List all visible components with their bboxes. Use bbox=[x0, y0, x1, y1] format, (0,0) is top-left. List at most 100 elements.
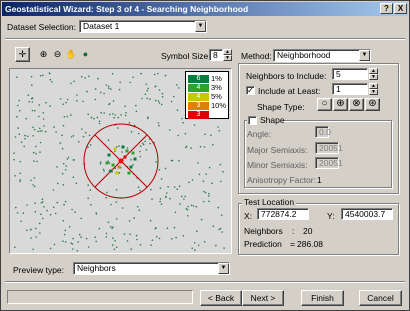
sample-point bbox=[106, 191, 108, 194]
sample-point bbox=[176, 84, 178, 86]
include-at-least-label: Include at Least: bbox=[258, 86, 321, 96]
neighbors-include-input[interactable]: 5 bbox=[332, 68, 368, 80]
sample-point bbox=[161, 96, 164, 98]
sample-point bbox=[51, 81, 53, 83]
sample-point bbox=[176, 109, 179, 111]
sample-point bbox=[136, 206, 139, 208]
chevron-down-icon[interactable]: ▼ bbox=[218, 263, 229, 274]
sample-point bbox=[72, 159, 75, 161]
sample-point bbox=[105, 236, 108, 238]
sample-point bbox=[30, 97, 33, 100]
sample-point bbox=[199, 145, 202, 148]
circle-shape-icon[interactable]: ○ bbox=[317, 98, 332, 111]
sample-point bbox=[108, 87, 110, 90]
sample-point bbox=[112, 100, 115, 102]
angle-input[interactable]: 0.0 bbox=[315, 126, 331, 138]
sample-point bbox=[64, 241, 67, 243]
sample-point bbox=[186, 208, 189, 211]
sample-point bbox=[87, 184, 89, 186]
sample-point bbox=[38, 104, 41, 106]
neighbor-point bbox=[127, 171, 131, 175]
y-input[interactable]: 4540003.7 bbox=[341, 208, 393, 220]
include-at-least-spinner[interactable]: ▲ ▼ bbox=[369, 83, 378, 95]
shape-checkbox[interactable] bbox=[248, 116, 257, 125]
sample-point bbox=[16, 115, 18, 118]
sample-point bbox=[34, 202, 36, 204]
neighborhood-map[interactable]: 6 1% 4 3% 4 5% 3 10% 3 bbox=[9, 68, 232, 254]
sample-point bbox=[14, 136, 17, 138]
dataset-select[interactable]: Dataset 1 ▼ bbox=[79, 20, 207, 33]
major-semiaxis-input[interactable]: 20051 bbox=[315, 142, 343, 154]
spin-down-icon[interactable]: ▼ bbox=[369, 89, 378, 95]
sample-point bbox=[111, 244, 114, 246]
include-at-least-checkbox[interactable]: ✓ bbox=[246, 86, 255, 95]
zoom-out-icon[interactable]: ⊖ bbox=[51, 48, 64, 61]
spin-down-icon[interactable]: ▼ bbox=[369, 74, 378, 80]
symbol-size-spinner[interactable]: ▲ ▼ bbox=[223, 49, 232, 61]
sample-point bbox=[198, 173, 201, 176]
sample-point bbox=[68, 226, 71, 228]
chevron-down-icon[interactable]: ▼ bbox=[359, 50, 370, 61]
help-button[interactable]: ? bbox=[380, 3, 393, 14]
sample-point bbox=[71, 243, 74, 245]
method-select[interactable]: Neighborhood ▼ bbox=[273, 49, 371, 62]
symbol-size-input[interactable]: 8 bbox=[209, 49, 223, 61]
sample-point bbox=[13, 152, 15, 154]
sample-point bbox=[118, 145, 120, 147]
circle-x-shape-icon[interactable]: ⊗ bbox=[349, 98, 364, 111]
spin-down-icon[interactable]: ▼ bbox=[223, 55, 232, 61]
sample-point bbox=[30, 237, 32, 239]
preview-type-select[interactable]: Neighbors ▼ bbox=[73, 262, 230, 275]
sample-point bbox=[111, 72, 114, 75]
sample-point bbox=[220, 180, 222, 183]
include-at-least-input[interactable]: 1 bbox=[332, 83, 368, 95]
close-button[interactable]: X bbox=[394, 3, 407, 14]
sample-point bbox=[175, 236, 177, 239]
sample-point bbox=[59, 142, 62, 144]
sample-point bbox=[45, 102, 47, 104]
sample-point bbox=[203, 146, 206, 148]
sample-point bbox=[16, 76, 18, 78]
globe-icon[interactable]: ● bbox=[79, 48, 92, 61]
sample-point bbox=[112, 226, 114, 228]
sample-point bbox=[111, 113, 114, 115]
back-button[interactable]: < Back bbox=[200, 290, 242, 306]
sample-point bbox=[120, 114, 122, 116]
sample-point bbox=[158, 89, 161, 91]
next-button[interactable]: Next > bbox=[242, 290, 284, 306]
sample-point bbox=[26, 204, 28, 206]
legend-label: 10% bbox=[211, 101, 227, 110]
circle-8sector-shape-icon[interactable]: ⊛ bbox=[365, 98, 380, 111]
finish-button[interactable]: Finish bbox=[301, 290, 344, 306]
sample-point bbox=[53, 243, 56, 246]
chevron-down-icon[interactable]: ▼ bbox=[195, 21, 206, 32]
sample-point bbox=[81, 128, 83, 130]
sample-point bbox=[139, 150, 141, 153]
sample-point bbox=[154, 99, 157, 102]
sample-point bbox=[62, 103, 64, 105]
neighbors-include-spinner[interactable]: ▲ ▼ bbox=[369, 68, 378, 80]
sample-point bbox=[33, 160, 35, 162]
sample-point bbox=[171, 238, 173, 240]
sample-point bbox=[39, 151, 41, 153]
minor-semiaxis-input[interactable]: 20051 bbox=[315, 157, 343, 169]
zoom-in-icon[interactable]: ⊕ bbox=[37, 48, 50, 61]
sample-point bbox=[158, 237, 161, 240]
sample-point bbox=[149, 98, 151, 100]
sample-point bbox=[218, 228, 220, 231]
neighbor-point bbox=[133, 157, 137, 161]
select-icon[interactable]: ✛ bbox=[15, 47, 30, 62]
neighbors-count-sep: : bbox=[292, 226, 295, 236]
sample-point bbox=[183, 198, 185, 200]
x-input[interactable]: 772874.2 bbox=[257, 208, 309, 220]
sample-point bbox=[204, 191, 207, 194]
cancel-button[interactable]: Cancel bbox=[359, 290, 402, 306]
sample-point bbox=[84, 131, 87, 134]
pan-hand-icon[interactable]: ✋ bbox=[65, 48, 78, 61]
sample-point bbox=[43, 206, 45, 208]
sample-point bbox=[157, 122, 160, 124]
sample-point bbox=[155, 161, 158, 163]
circle-quad-shape-icon[interactable]: ⊕ bbox=[333, 98, 348, 111]
sample-point bbox=[121, 207, 124, 209]
sample-point bbox=[18, 110, 21, 112]
